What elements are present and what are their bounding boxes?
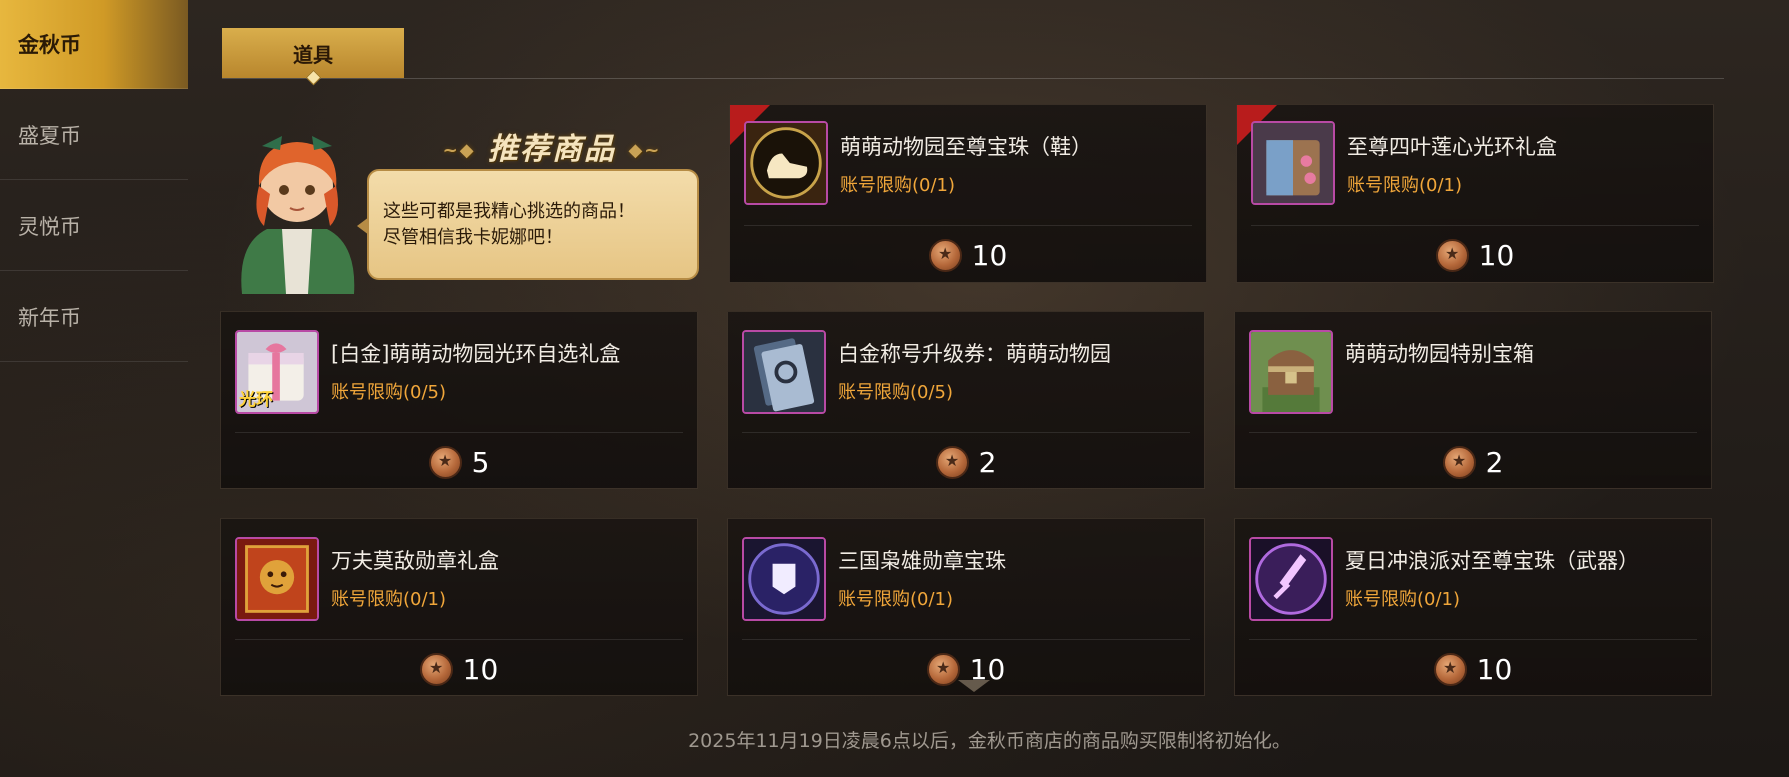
reset-notice: 2025年11月19日凌晨6点以后，金秋币商店的商品购买限制将初始化。: [688, 730, 1291, 752]
npc-character-icon: [241, 136, 355, 294]
card-divider: [1249, 639, 1697, 640]
coin-icon: [1433, 652, 1467, 686]
item-price: 2: [1235, 444, 1711, 480]
price-value: 10: [1478, 238, 1515, 272]
shop-item-card[interactable]: 白金称号升级券：萌萌动物园 账号限购(0/5) 2: [727, 311, 1205, 489]
sidebar-item-label: 新年币: [18, 306, 81, 330]
npc-speech-bubble: 这些可都是我精心挑选的商品！ 尽管相信我卡妮娜吧！: [357, 169, 699, 280]
coin-icon: [928, 238, 962, 272]
coin-icon: [428, 445, 462, 479]
card-divider: [744, 225, 1192, 226]
item-name: 万夫莫敌勋章礼盒: [331, 549, 499, 573]
item-price: 5: [221, 444, 697, 480]
card-divider: [1251, 225, 1699, 226]
item-price: 10: [1235, 651, 1711, 687]
coin-icon: [1442, 445, 1476, 479]
price-value: 2: [1485, 445, 1504, 479]
speech-line-2: 尽管相信我卡妮娜吧！: [383, 227, 563, 248]
item-name: 至尊四叶莲心光环礼盒: [1347, 135, 1557, 159]
currency-sidebar: 金秋币 盛夏币 灵悦币 新年币: [0, 0, 190, 777]
sidebar-item-label: 灵悦币: [18, 215, 81, 239]
shop-item-card[interactable]: 万夫莫敌勋章礼盒 账号限购(0/1) 10: [220, 518, 698, 696]
item-name: 白金称号升级券：萌萌动物园: [838, 342, 1111, 366]
sword-orb-icon: [1249, 537, 1333, 621]
price-value: 10: [1476, 652, 1513, 686]
sidebar-item-label: 金秋币: [18, 33, 81, 57]
item-purchase-limit: 账号限购(0/1): [838, 589, 954, 610]
tab-bar: 道具: [222, 28, 1724, 86]
icon-halo-label: 光环: [239, 390, 273, 410]
halo-gift-box-icon: 光环: [235, 330, 319, 414]
price-value: 2: [978, 445, 997, 479]
price-value: 5: [471, 445, 490, 479]
item-purchase-limit: 账号限购(0/1): [1345, 589, 1461, 610]
recommend-panel: ~◆ 推荐商品 ◆~ 这些可都是我精心挑选的商品！ 尽管相信我卡妮娜吧！: [222, 124, 702, 294]
tab-label: 道具: [293, 42, 333, 67]
banner-orb-icon: [742, 537, 826, 621]
item-price: 10: [221, 651, 697, 687]
shop-item-card[interactable]: 三国枭雄勋章宝珠 账号限购(0/1) 10: [727, 518, 1205, 696]
item-price: 10: [1237, 237, 1713, 273]
item-price: 2: [728, 444, 1204, 480]
speech-tail-icon: [357, 217, 369, 235]
sidebar-item-lingyue[interactable]: 灵悦币: [0, 182, 188, 271]
card-divider: [235, 432, 683, 433]
sidebar-item-shengxia[interactable]: 盛夏币: [0, 91, 188, 180]
tiger-medal-box-icon: [235, 537, 319, 621]
item-purchase-limit: 账号限购(0/5): [838, 382, 954, 403]
sidebar-item-label: 盛夏币: [18, 124, 81, 148]
price-value: 10: [971, 238, 1008, 272]
sidebar-item-jinqiu[interactable]: 金秋币: [0, 0, 188, 89]
shop-item-card[interactable]: 光环 [白金]萌萌动物园光环自选礼盒 账号限购(0/5) 5: [220, 311, 698, 489]
sidebar-item-xinnian[interactable]: 新年币: [0, 273, 188, 362]
coin-icon: [926, 652, 960, 686]
item-name: 夏日冲浪派对至尊宝珠（武器）: [1345, 549, 1639, 573]
item-purchase-limit: 账号限购(0/1): [1347, 175, 1463, 196]
item-purchase-limit: 账号限购(0/1): [331, 589, 447, 610]
title-upgrade-ticket-icon: [742, 330, 826, 414]
shoe-orb-icon: [744, 121, 828, 205]
card-divider: [742, 639, 1190, 640]
shop-item-card[interactable]: 萌萌动物园至尊宝珠（鞋） 账号限购(0/1) 10: [729, 104, 1207, 283]
recommend-title: ~◆ 推荐商品 ◆~: [442, 132, 662, 167]
shop-item-card[interactable]: 至尊四叶莲心光环礼盒 账号限购(0/1) 10: [1236, 104, 1714, 283]
item-purchase-limit: 账号限购(0/5): [331, 382, 447, 403]
coin-icon: [419, 652, 453, 686]
title-ornament-left-icon: ~◆: [442, 140, 476, 161]
speech-line-1: 这些可都是我精心挑选的商品！: [383, 201, 635, 222]
item-name: [白金]萌萌动物园光环自选礼盒: [331, 342, 621, 366]
treasure-chest-icon: [1249, 330, 1333, 414]
card-divider: [742, 432, 1190, 433]
card-divider: [235, 639, 683, 640]
item-name: 萌萌动物园特别宝箱: [1345, 342, 1534, 366]
item-purchase-limit: 账号限购(0/1): [840, 175, 956, 196]
shop-item-card[interactable]: 夏日冲浪派对至尊宝珠（武器） 账号限购(0/1) 10: [1234, 518, 1712, 696]
tab-active-indicator-icon: [305, 69, 322, 86]
item-name: 三国枭雄勋章宝珠: [838, 549, 1006, 573]
gift-bag-icon: [1251, 121, 1335, 205]
coin-icon: [935, 445, 969, 479]
coin-icon: [1435, 238, 1469, 272]
shop-item-card[interactable]: 萌萌动物园特别宝箱 2: [1234, 311, 1712, 489]
tab-items[interactable]: 道具: [222, 28, 404, 86]
price-value: 10: [462, 652, 499, 686]
scroll-down-icon[interactable]: [958, 680, 990, 692]
card-divider: [1249, 432, 1697, 433]
item-name: 萌萌动物园至尊宝珠（鞋）: [840, 135, 1092, 159]
title-ornament-right-icon: ◆~: [628, 140, 662, 161]
item-price: 10: [730, 237, 1206, 273]
